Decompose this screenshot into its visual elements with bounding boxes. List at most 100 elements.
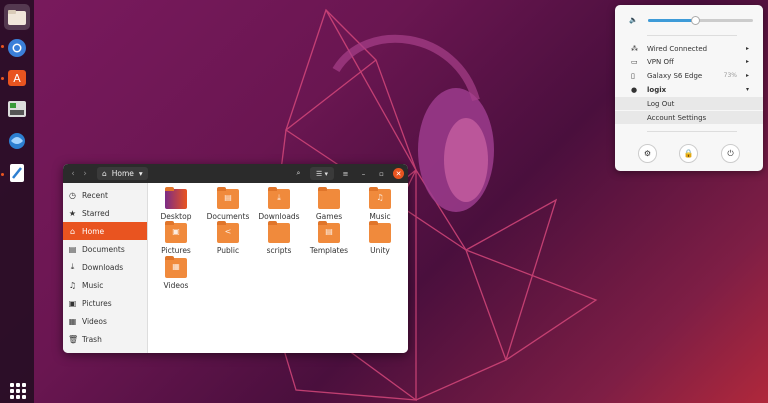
settings-icon — [8, 101, 26, 117]
folder-icon: < — [217, 221, 239, 243]
thunderbird-dock-item[interactable] — [4, 128, 30, 154]
folder-games[interactable]: Games — [304, 187, 354, 221]
close-button[interactable]: ✕ — [393, 168, 404, 179]
chevron-icon: ▸ — [745, 45, 749, 52]
system-menu-item-logix[interactable]: ● logix ▾ — [615, 83, 763, 96]
system-menu-label: Galaxy S6 Edge — [647, 71, 703, 80]
system-menu-item-wired-connected[interactable]: ⁂ Wired Connected ▸ — [615, 42, 763, 55]
folder-icon: ⤓ — [268, 187, 290, 209]
files-dock-item[interactable] — [4, 4, 30, 30]
system-menu-label: Wired Connected — [647, 44, 708, 53]
software-dock-item[interactable]: A — [4, 64, 30, 90]
folder-pictures[interactable]: ▣ Pictures — [151, 221, 201, 255]
user-icon: ● — [631, 85, 638, 94]
power-button[interactable]: ⏻ — [721, 144, 740, 163]
chromium-dock-item[interactable] — [4, 35, 30, 61]
document-icon: ▤ — [68, 244, 77, 254]
volume-slider[interactable] — [647, 15, 753, 25]
folder-label: Desktop — [160, 212, 192, 221]
vpn-icon: ▭ — [631, 57, 638, 66]
power-icon: ⏻ — [727, 148, 734, 158]
list-view-icon: ☰ ▾ — [315, 169, 328, 178]
settings-button[interactable]: ⚙ — [638, 144, 657, 163]
system-menu-item-vpn-off[interactable]: ▭ VPN Off ▸ — [615, 55, 763, 68]
volume-slider-handle[interactable] — [691, 15, 701, 25]
folder-label: scripts — [266, 246, 292, 255]
folder-label: Unity — [370, 246, 390, 255]
folder-label: Downloads — [258, 212, 300, 221]
folder-label: Documents — [206, 212, 250, 221]
forward-button[interactable]: › — [79, 169, 91, 179]
text-editor-dock-item[interactable] — [4, 160, 30, 186]
system-menu-label: logix — [647, 85, 667, 94]
trash-icon: 🗑 — [68, 334, 79, 344]
sidebar-item-label: Music — [82, 280, 104, 290]
sidebar-item-starred[interactable]: ★ Starred — [63, 204, 147, 222]
search-icon: ⌕ — [296, 169, 301, 177]
folder-music[interactable]: ♫ Music — [355, 187, 405, 221]
folder-public[interactable]: < Public — [203, 221, 253, 255]
view-toggle-button[interactable]: ☰ ▾ — [310, 167, 334, 180]
lock-button[interactable]: 🔒 — [679, 144, 698, 163]
settings-dock-item[interactable] — [4, 96, 30, 122]
folder-desktop[interactable]: Desktop — [151, 187, 201, 221]
folder-label: Pictures — [161, 246, 191, 255]
chevron-icon: ▸ — [745, 58, 749, 65]
folder-label: Music — [369, 212, 391, 221]
sidebar-item-downloads[interactable]: ⤓ Downloads — [63, 258, 147, 276]
file-view: Desktop ▤ Documents ⤓ Downloads Games ♫ Music ▣ P… — [148, 183, 408, 353]
home-icon: ⌂ — [69, 226, 76, 236]
chevron-icon: ▸ — [745, 72, 749, 79]
volume-icon: 🔈 — [629, 16, 638, 24]
music-icon: ♫ — [68, 280, 77, 290]
sidebar-item-label: Downloads — [82, 262, 124, 272]
places-sidebar: ◷ Recent ★ Starred ⌂ Home ▤ Documents ⤓ Downloads… — [63, 183, 148, 353]
sidebar-item-home[interactable]: ⌂ Home — [63, 222, 147, 240]
folder-scripts[interactable]: scripts — [254, 221, 304, 255]
folder-unity[interactable]: Unity — [355, 221, 405, 255]
system-menu-log-out[interactable]: Log Out — [615, 97, 763, 110]
chevron-icon: ▾ — [745, 86, 749, 93]
network-icon: ⁂ — [631, 44, 638, 53]
system-menu-account-settings[interactable]: Account Settings — [615, 111, 763, 124]
sidebar-item-recent[interactable]: ◷ Recent — [63, 186, 147, 204]
sidebar-item-trash[interactable]: 🗑 Trash — [63, 330, 147, 348]
settings-gear-icon: ⚙ — [643, 149, 652, 158]
sidebar-item-label: Trash — [82, 334, 102, 344]
phone-icon: ▯ — [631, 71, 635, 80]
folder-label: Templates — [309, 246, 349, 255]
folder-icon — [318, 187, 340, 209]
file-manager-headerbar: ‹ › ⌂ Home ▾ ⌕ ☰ ▾ ≡ – ▫ ✕ — [63, 164, 408, 183]
show-applications-button[interactable] — [8, 381, 26, 399]
folder-icon — [165, 187, 187, 209]
search-button[interactable]: ⌕ — [292, 167, 305, 180]
folder-documents[interactable]: ▤ Documents — [203, 187, 253, 221]
chromium-icon — [8, 39, 26, 57]
back-button[interactable]: ‹ — [67, 169, 79, 179]
folder-icon: ▤ — [318, 221, 340, 243]
video-icon: ▦ — [68, 316, 77, 326]
sidebar-item-label: Documents — [82, 244, 125, 254]
folder-videos[interactable]: ▦ Videos — [151, 256, 201, 290]
sidebar-item-label: Videos — [82, 316, 107, 326]
svg-text:A: A — [13, 72, 21, 85]
sidebar-item-music[interactable]: ♫ Music — [63, 276, 147, 294]
menu-button[interactable]: ≡ — [339, 167, 352, 180]
folder-icon: ▤ — [217, 187, 239, 209]
dock: A — [0, 0, 34, 403]
system-menu-item-galaxy-s6-edge[interactable]: ▯ Galaxy S6 Edge 73% ▸ — [615, 69, 763, 82]
sidebar-item-pictures[interactable]: ▣ Pictures — [63, 294, 147, 312]
folder-downloads[interactable]: ⤓ Downloads — [254, 187, 304, 221]
minimize-button[interactable]: – — [357, 167, 370, 180]
sidebar-item-videos[interactable]: ▦ Videos — [63, 312, 147, 330]
path-bar-home[interactable]: ⌂ Home ▾ — [97, 167, 148, 180]
folder-label: Games — [315, 212, 343, 221]
sidebar-item-documents[interactable]: ▤ Documents — [63, 240, 147, 258]
sidebar-item-label: Starred — [82, 208, 110, 218]
system-menu-label: VPN Off — [647, 57, 674, 66]
path-label: Home — [111, 169, 134, 178]
folder-templates[interactable]: ▤ Templates — [304, 221, 354, 255]
text-editor-icon — [10, 164, 24, 182]
maximize-button[interactable]: ▫ — [375, 167, 388, 180]
sidebar-item-label: Recent — [82, 190, 108, 200]
